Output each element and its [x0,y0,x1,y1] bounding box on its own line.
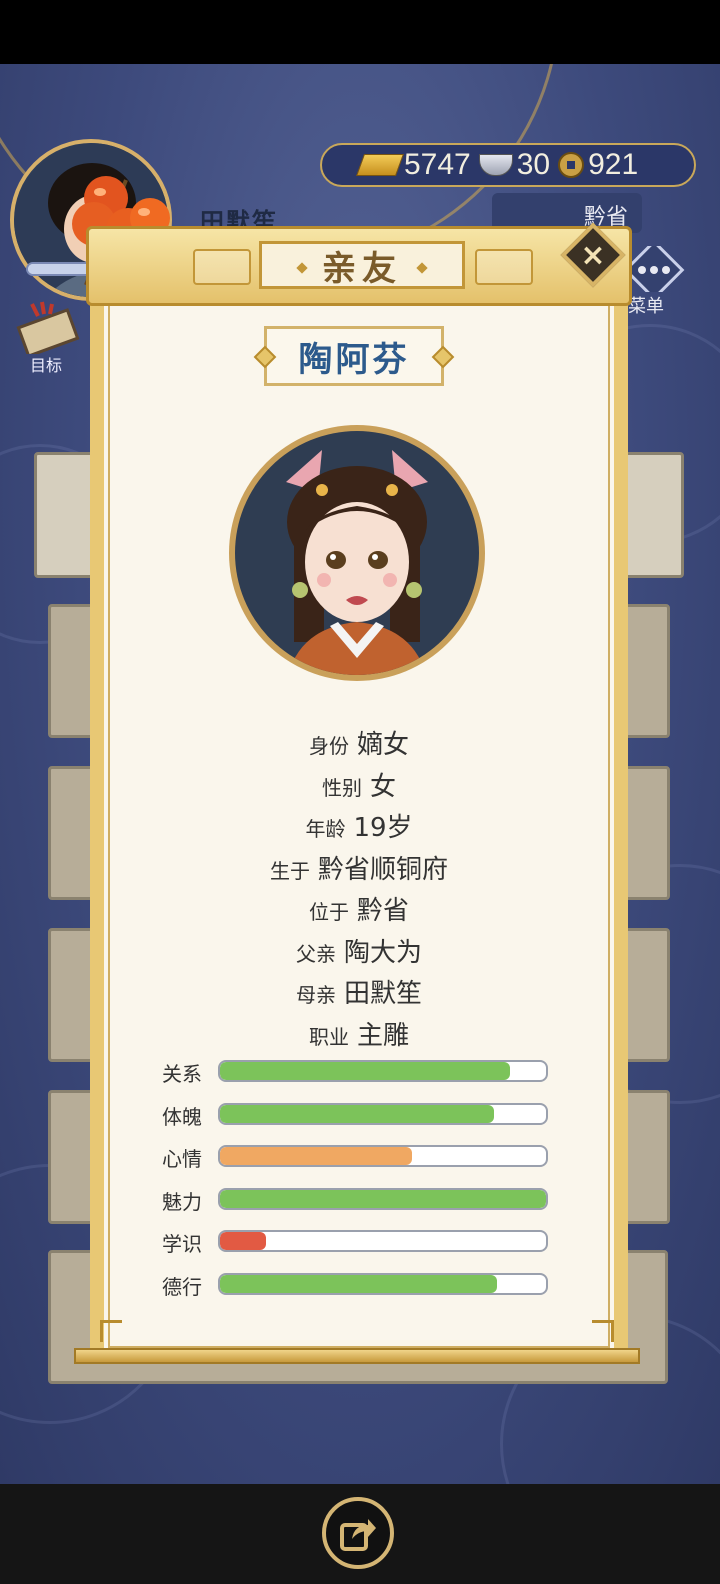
stat-bar [218,1102,548,1125]
stat-mood: 心情 [162,1143,562,1186]
scroll-header: 亲友 [86,226,632,306]
title-plaque: 亲友 [259,241,465,289]
coin-amount: 921 [588,148,639,181]
relative-detail-dialog: 亲友 × 陶阿芬 身份 嫡女 性别 女 年龄 19岁 生于 黔省顺铜府 位于 黔… [74,210,644,1370]
info-row-identity: 身份 嫡女 [308,730,409,760]
stat-physique: 体魄 [162,1101,562,1144]
share-icon [340,1519,376,1551]
info-row-gender: 性别女 [321,771,396,802]
name-plaque: 陶阿芬 [253,326,455,386]
share-button[interactable] [322,1497,394,1569]
info-row-mother: 母亲 田默笙 [295,979,422,1009]
stat-charm: 魅力 [162,1186,562,1229]
character-name: 陶阿芬 [298,339,410,380]
scroll-bottom-rod [74,1348,640,1364]
currency-bar: 5747 30 921 [320,143,696,187]
info-row-location: 位于 黔省 [308,896,409,926]
info-row-father: 父亲 陶大为 [295,937,422,968]
status-strip [0,0,720,64]
copper-coin-icon [558,152,585,178]
stat-knowledge: 学识 [162,1228,562,1271]
silver-ingot-icon [478,154,513,176]
info-row-occupation: 职业 主雕 [308,1020,409,1051]
character-portrait [229,425,485,681]
stat-virtue: 德行 [162,1271,562,1314]
stat-bar [218,1272,548,1295]
stat-bar [218,1060,548,1082]
stat-bar [218,1145,548,1168]
stat-bar [218,1187,548,1210]
silver-amount: 30 [516,148,551,181]
character-stats: 关系 体魄 心情 魅力 学识 德行 [162,1058,562,1314]
info-row-birthplace: 生于 黔省顺铜府 [269,854,448,885]
stat-bar [218,1230,548,1253]
goal-label: 目标 [30,356,63,375]
gold-amount: 5747 [404,148,471,181]
gold-bar-icon [355,154,405,176]
character-info: 身份 嫡女 性别女 年龄 19岁 生于 黔省顺铜府 位于 黔省 父亲 陶大为 母亲 田默笙 … [74,724,644,1056]
dialog-title: 亲友 [322,248,402,289]
stat-relationship: 关系 [162,1058,562,1101]
close-icon: × [580,237,606,273]
info-row-age: 年龄 19岁 [305,813,413,843]
